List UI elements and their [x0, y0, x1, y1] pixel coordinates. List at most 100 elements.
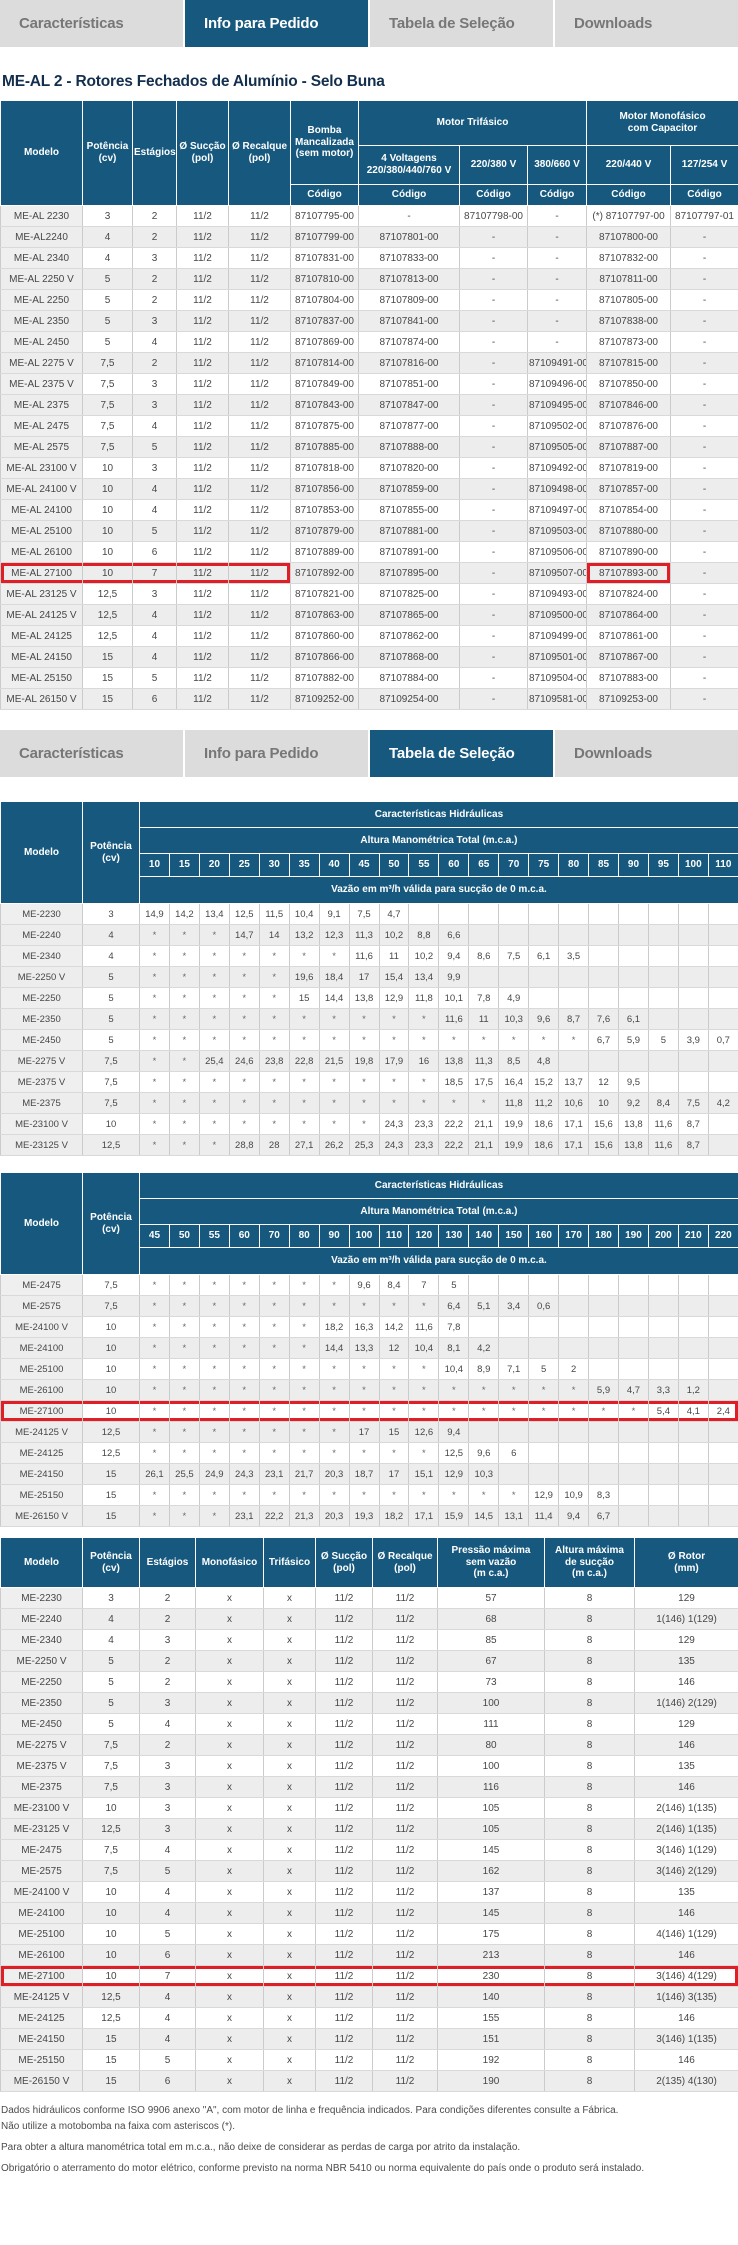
model-cell: ME-2375: [1, 1777, 83, 1798]
data-cell: 7,1: [499, 1359, 529, 1380]
data-cell: [589, 1317, 619, 1338]
data-cell: -: [671, 269, 738, 290]
data-cell: 11/2: [316, 1651, 373, 1672]
data-cell: -: [671, 668, 738, 689]
data-cell: 23,3: [409, 1135, 439, 1156]
data-cell: 22,2: [439, 1114, 469, 1135]
data-cell: 8: [545, 1798, 635, 1819]
data-cell: *: [409, 1359, 439, 1380]
footnote: Não utilize a motobomba na faixa com ast…: [1, 2120, 738, 2133]
tab-tabela-de-selecao[interactable]: Tabela de Seleção: [370, 0, 553, 47]
data-cell: *: [289, 1030, 319, 1051]
data-cell: -: [671, 689, 738, 710]
data-cell: 10: [83, 458, 133, 479]
data-cell: *: [259, 1485, 289, 1506]
data-cell: 11/2: [229, 668, 291, 689]
header-380-660-v: 380/660 V: [528, 146, 587, 185]
data-cell: 9,5: [619, 1072, 649, 1093]
data-cell: 21,1: [469, 1135, 499, 1156]
data-cell: 11/2: [373, 1861, 438, 1882]
data-cell: 8,8: [409, 925, 439, 946]
data-cell: 11/2: [373, 1651, 438, 1672]
tab-downloads[interactable]: Downloads: [555, 730, 738, 777]
data-cell: 15,2: [529, 1072, 559, 1093]
data-cell: 87107831-00: [291, 248, 359, 269]
data-cell: 13,8: [439, 1051, 469, 1072]
data-cell: 11/2: [177, 542, 229, 563]
tab-info-para-pedido[interactable]: Info para Pedido: [185, 0, 368, 47]
data-cell: 7,5: [83, 1275, 140, 1296]
tab-info-para-pedido[interactable]: Info para Pedido: [185, 730, 368, 777]
data-cell: 4: [133, 479, 177, 500]
data-cell: [678, 1051, 708, 1072]
data-cell: [708, 946, 738, 967]
header-modelo: Modelo: [1, 1173, 83, 1275]
data-cell: 3: [140, 1798, 196, 1819]
tab-caracteristicas[interactable]: Características: [0, 730, 183, 777]
table-row: ME-2250 V5*****19,618,41715,413,49,9: [1, 967, 738, 988]
footnotes: Dados hidráulicos conforme ISO 9906 anex…: [0, 2104, 738, 2175]
table-row: ME-AL 23757,5311/211/287107843-008710784…: [1, 395, 738, 416]
data-cell: [678, 1485, 708, 1506]
data-cell: 8: [545, 1861, 635, 1882]
data-cell: x: [264, 1693, 316, 1714]
data-cell: 11,8: [409, 988, 439, 1009]
data-cell: [708, 1275, 738, 1296]
header-200: 200: [648, 1225, 678, 1248]
specs-table: ModeloPotência (cv)EstágiosMonofásicoTri…: [0, 1537, 738, 2092]
data-cell: 11: [379, 946, 409, 967]
data-cell: *: [199, 1359, 229, 1380]
data-cell: [589, 1275, 619, 1296]
tab-downloads[interactable]: Downloads: [555, 0, 738, 47]
data-cell: 26,1: [140, 1464, 170, 1485]
data-cell: 11/2: [177, 437, 229, 458]
data-cell: 87107809-00: [359, 290, 460, 311]
header-60: 60: [439, 854, 469, 877]
data-cell: 17,9: [379, 1051, 409, 1072]
model-cell: ME-AL 24125 V: [1, 605, 83, 626]
data-cell: 17: [349, 967, 379, 988]
tab-tabela-de-selecao[interactable]: Tabela de Seleção: [370, 730, 553, 777]
header-recalque-pol: Ø Recalque (pol): [229, 101, 291, 206]
data-cell: 14,4: [319, 1338, 349, 1359]
table-row: ME-AL 24125 V12,5411/211/287107863-00871…: [1, 605, 738, 626]
data-cell: 162: [438, 1861, 545, 1882]
data-cell: 9,4: [439, 946, 469, 967]
table-row: ME-2375 V7,53xx11/211/21008135: [1, 1756, 738, 1777]
tab-bar-selection-table: CaracterísticasInfo para PedidoTabela de…: [0, 730, 738, 777]
data-cell: 3,3: [648, 1380, 678, 1401]
header-130: 130: [439, 1225, 469, 1248]
data-cell: 11/2: [229, 395, 291, 416]
data-cell: x: [264, 1735, 316, 1756]
header-codigo: Código: [359, 185, 460, 206]
data-cell: 3: [133, 584, 177, 605]
table-row: ME-26150 V15***23,122,221,320,319,318,21…: [1, 1506, 738, 1527]
data-cell: 10,4: [439, 1359, 469, 1380]
data-cell: 11/2: [373, 1735, 438, 1756]
data-cell: 87107824-00: [587, 584, 671, 605]
data-cell: 87109498-00: [528, 479, 587, 500]
header-45: 45: [349, 854, 379, 877]
table-row: ME-2250 V52xx11/211/2678135: [1, 1651, 738, 1672]
data-cell: [678, 1443, 708, 1464]
highlighted-row: ME-27100107xx11/211/223083(146) 4(129): [1, 1966, 738, 1987]
data-cell: *: [140, 1401, 170, 1422]
data-cell: 87109581-00: [528, 689, 587, 710]
data-cell: 11/2: [229, 500, 291, 521]
data-cell: 15,6: [589, 1135, 619, 1156]
data-cell: -: [671, 626, 738, 647]
data-cell: [648, 1506, 678, 1527]
data-cell: *: [229, 1030, 259, 1051]
data-cell: 11/2: [316, 2071, 373, 2092]
data-cell: 11/2: [229, 563, 291, 584]
header-4-voltagens-220-380-440-760-v: 4 Voltagens 220/380/440/760 V: [359, 146, 460, 185]
data-cell: 8: [545, 1693, 635, 1714]
data-cell: 7,5: [83, 1296, 140, 1317]
data-cell: 11/2: [177, 353, 229, 374]
table-row: ME-245054xx11/211/21118129: [1, 1714, 738, 1735]
data-cell: *: [199, 1422, 229, 1443]
data-cell: *: [140, 1114, 170, 1135]
tab-caracteristicas[interactable]: Características: [0, 0, 183, 47]
data-cell: [708, 1464, 738, 1485]
data-cell: x: [196, 2029, 264, 2050]
